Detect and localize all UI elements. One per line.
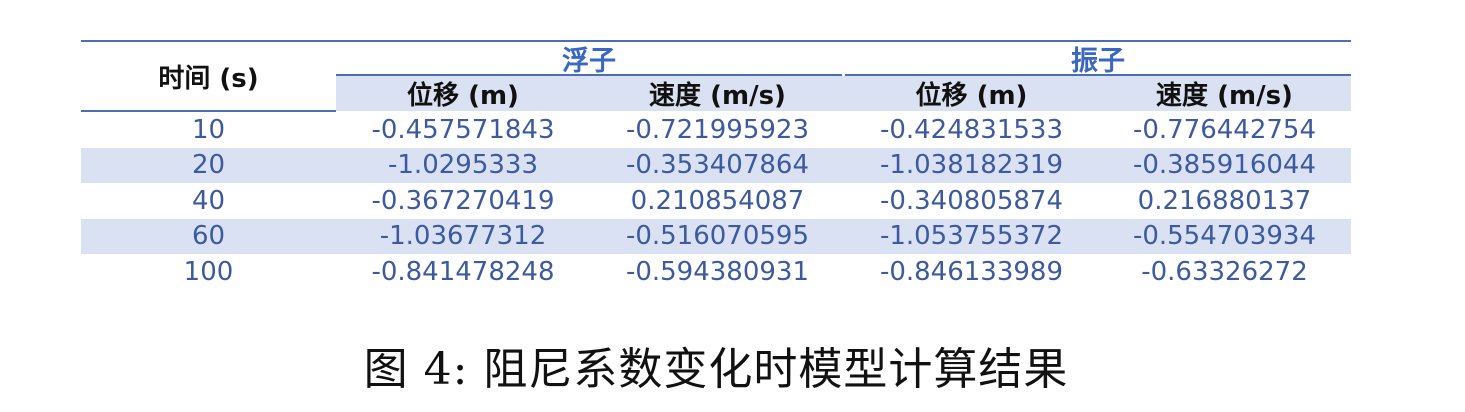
time-cell: 40 — [191, 185, 226, 216]
value-cell: -0.841478248 — [371, 256, 555, 287]
value-cell: -0.353407864 — [625, 150, 810, 181]
group-header-float: 浮子 — [562, 45, 616, 77]
value-cell: -0.424831533 — [879, 114, 1064, 145]
figure-caption: 图 4: 阻尼系数变化时模型计算结果 — [363, 344, 1069, 395]
value-cell: -0.367270419 — [371, 185, 555, 216]
value-cell: -1.03677312 — [379, 221, 547, 252]
value-cell: -0.846133989 — [879, 256, 1064, 287]
value-cell: -1.038182319 — [879, 150, 1064, 181]
float-displacement-header: 位移 (m) — [407, 81, 519, 111]
group-header-oscillator: 振子 — [1071, 45, 1125, 77]
time-cell: 100 — [183, 256, 234, 287]
value-cell: -0.516070595 — [625, 221, 810, 252]
time-column-header: 时间 (s) — [158, 63, 259, 94]
value-cell: 0.210854087 — [630, 185, 805, 216]
value-cell: -0.721995923 — [625, 114, 810, 145]
value-cell: 0.216880137 — [1137, 185, 1312, 216]
value-cell: -0.385916044 — [1132, 150, 1317, 181]
time-cell: 10 — [191, 114, 226, 145]
float-velocity-header: 速度 (m/s) — [649, 81, 786, 111]
time-cell: 20 — [191, 150, 226, 181]
oscillator-displacement-header: 位移 (m) — [915, 81, 1028, 111]
value-cell: -0.457571843 — [371, 114, 555, 145]
value-cell: -0.776442754 — [1132, 114, 1317, 145]
results-figure: 时间 (s) 浮子 振子 位移 (m) 速度 (m/s) 位移 (m) 速度 (… — [0, 0, 1465, 412]
value-cell: -1.0295333 — [388, 150, 538, 181]
value-cell: -1.053755372 — [879, 221, 1064, 252]
value-cell: -0.554703934 — [1132, 221, 1317, 252]
oscillator-velocity-header: 速度 (m/s) — [1156, 81, 1293, 111]
value-cell: -0.594380931 — [625, 256, 810, 287]
value-cell: -0.340805874 — [879, 185, 1064, 216]
time-cell: 60 — [191, 221, 226, 252]
value-cell: -0.63326272 — [1141, 256, 1308, 287]
